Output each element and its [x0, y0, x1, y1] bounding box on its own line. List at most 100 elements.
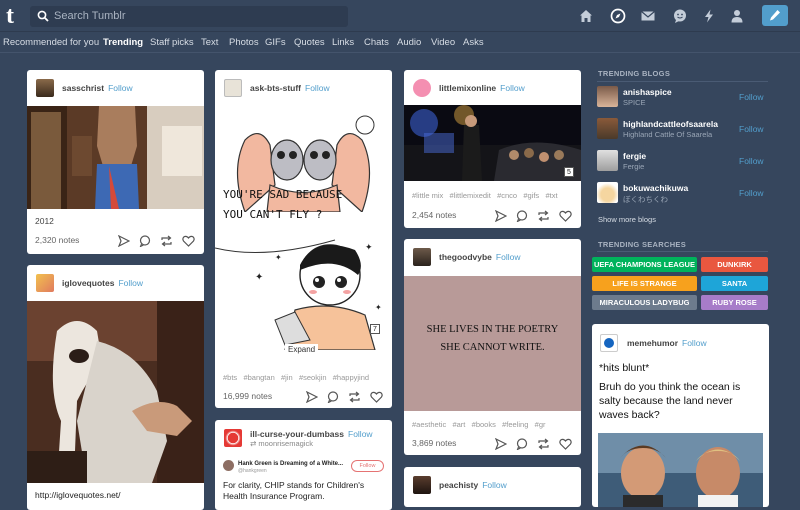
- post-photo[interactable]: SHE LIVES IN THE POETRY SHE CANNOT WRITE…: [404, 276, 581, 411]
- account-icon[interactable]: [729, 8, 745, 24]
- tab-gifs[interactable]: GIFs: [265, 37, 286, 48]
- avatar[interactable]: [36, 79, 54, 97]
- avatar[interactable]: [600, 334, 618, 352]
- trending-search-tag[interactable]: LIFE IS STRANGE: [592, 276, 697, 291]
- follow-button[interactable]: Follow: [739, 156, 764, 166]
- blog-name-text[interactable]: thegoodvybe: [439, 252, 492, 262]
- note-count[interactable]: 3,869 notes: [412, 438, 456, 448]
- follow-button[interactable]: Follow: [739, 124, 764, 134]
- avatar[interactable]: [413, 79, 431, 97]
- home-icon[interactable]: [578, 8, 594, 24]
- follow-button[interactable]: Follow: [108, 83, 133, 93]
- trending-blog-item[interactable]: fergie Fergie Follow: [597, 150, 769, 176]
- tag[interactable]: #littlemixedit: [450, 191, 491, 200]
- blog-name[interactable]: fergie: [623, 151, 646, 161]
- trending-search-tag[interactable]: RUBY ROSE: [701, 295, 768, 310]
- activity-icon[interactable]: [701, 8, 717, 24]
- like-icon[interactable]: [182, 235, 195, 247]
- note-count[interactable]: 2,454 notes: [412, 210, 456, 220]
- embed-follow-button[interactable]: Follow: [351, 460, 384, 472]
- blog-name-text[interactable]: ask-bts-stuff: [250, 83, 301, 93]
- tab-video[interactable]: Video: [431, 37, 455, 48]
- blog-name-text[interactable]: memehumor: [627, 338, 678, 348]
- tab-trending[interactable]: Trending: [103, 37, 143, 48]
- tag[interactable]: #little mix: [412, 191, 443, 200]
- tab-audio[interactable]: Audio: [397, 37, 421, 48]
- tag[interactable]: #happyjind: [333, 373, 369, 382]
- follow-button[interactable]: Follow: [118, 278, 143, 288]
- tag[interactable]: #aesthetic: [412, 420, 446, 429]
- share-icon[interactable]: [118, 235, 130, 247]
- show-more-blogs-link[interactable]: Show more blogs: [598, 215, 656, 224]
- tag[interactable]: #books: [472, 420, 496, 429]
- tag[interactable]: #seokjin: [299, 373, 327, 382]
- reblog-icon[interactable]: [537, 438, 550, 450]
- blog-name-text[interactable]: iglovequotes: [62, 278, 114, 288]
- avatar[interactable]: [36, 274, 54, 292]
- avatar[interactable]: [413, 476, 431, 494]
- blog-name-text[interactable]: sasschrist: [62, 83, 104, 93]
- mail-icon[interactable]: [640, 8, 656, 24]
- trending-blog-item[interactable]: anishaspice SPICE Follow: [597, 86, 769, 112]
- follow-button[interactable]: Follow: [739, 92, 764, 102]
- tag[interactable]: #gifs: [523, 191, 539, 200]
- follow-button[interactable]: Follow: [739, 188, 764, 198]
- search-bar[interactable]: Search Tumblr: [30, 6, 348, 27]
- tag[interactable]: #bts: [223, 373, 237, 382]
- post-photo[interactable]: [598, 433, 763, 507]
- follow-button[interactable]: Follow: [500, 83, 525, 93]
- reblog-icon[interactable]: [160, 235, 173, 247]
- tag[interactable]: #feeling: [502, 420, 528, 429]
- follow-button[interactable]: Follow: [496, 252, 521, 262]
- tag[interactable]: #bangtan: [243, 373, 274, 382]
- reply-icon[interactable]: [139, 235, 151, 247]
- avatar[interactable]: [224, 79, 242, 97]
- tab-asks[interactable]: Asks: [463, 37, 484, 48]
- tag[interactable]: #txt: [545, 191, 557, 200]
- tab-text[interactable]: Text: [201, 37, 218, 48]
- follow-button[interactable]: Follow: [348, 429, 373, 439]
- tab-photos[interactable]: Photos: [229, 37, 259, 48]
- messaging-icon[interactable]: [672, 8, 688, 24]
- reblog-icon[interactable]: [348, 391, 361, 403]
- follow-button[interactable]: Follow: [482, 480, 507, 490]
- tab-chats[interactable]: Chats: [364, 37, 389, 48]
- note-count[interactable]: 16,999 notes: [223, 391, 272, 401]
- tag[interactable]: #gr: [535, 420, 546, 429]
- trending-blog-item[interactable]: highlandcattleofsaarela Highland Cattle …: [597, 118, 769, 144]
- trending-search-tag[interactable]: MIRACULOUS LADYBUG: [592, 295, 697, 310]
- reblog-icon[interactable]: [537, 210, 550, 222]
- follow-button[interactable]: Follow: [305, 83, 330, 93]
- avatar[interactable]: [224, 429, 242, 447]
- avatar[interactable]: [413, 248, 431, 266]
- expand-link[interactable]: Expand: [285, 344, 319, 355]
- tag[interactable]: #art: [452, 420, 465, 429]
- reply-icon[interactable]: [327, 391, 339, 403]
- trending-blog-item[interactable]: bokuwachikuwa ぼくわちくわ Follow: [597, 182, 769, 208]
- tag[interactable]: #jin: [281, 373, 293, 382]
- trending-search-tag[interactable]: DUNKIRK: [701, 257, 768, 272]
- reply-icon[interactable]: [516, 438, 528, 450]
- tab-recommended[interactable]: Recommended for you: [3, 37, 99, 48]
- blog-name-text[interactable]: littlemixonline: [439, 83, 496, 93]
- tumblr-logo[interactable]: t: [6, 4, 23, 28]
- tab-links[interactable]: Links: [332, 37, 354, 48]
- compose-button[interactable]: [762, 5, 788, 26]
- blog-name[interactable]: highlandcattleofsaarela: [623, 119, 718, 129]
- post-gif[interactable]: [404, 105, 581, 181]
- trending-search-tag[interactable]: SANTA: [701, 276, 768, 291]
- tag[interactable]: #cnco: [497, 191, 517, 200]
- like-icon[interactable]: [370, 391, 383, 403]
- reblog-source-name[interactable]: moonrisemagick: [258, 439, 313, 448]
- post-link[interactable]: http://iglovequotes.net/: [35, 490, 121, 500]
- blog-name[interactable]: anishaspice: [623, 87, 672, 97]
- blog-name-text[interactable]: ill-curse-your-dumbass: [250, 429, 344, 439]
- post-photo[interactable]: [27, 106, 204, 209]
- tab-quotes[interactable]: Quotes: [294, 37, 325, 48]
- share-icon[interactable]: [495, 210, 507, 222]
- blog-name[interactable]: bokuwachikuwa: [623, 183, 688, 193]
- tab-staff-picks[interactable]: Staff picks: [150, 37, 194, 48]
- trending-search-tag[interactable]: UEFA CHAMPIONS LEAGUE: [592, 257, 697, 272]
- share-icon[interactable]: [306, 391, 318, 403]
- blog-name-text[interactable]: peachisty: [439, 480, 478, 490]
